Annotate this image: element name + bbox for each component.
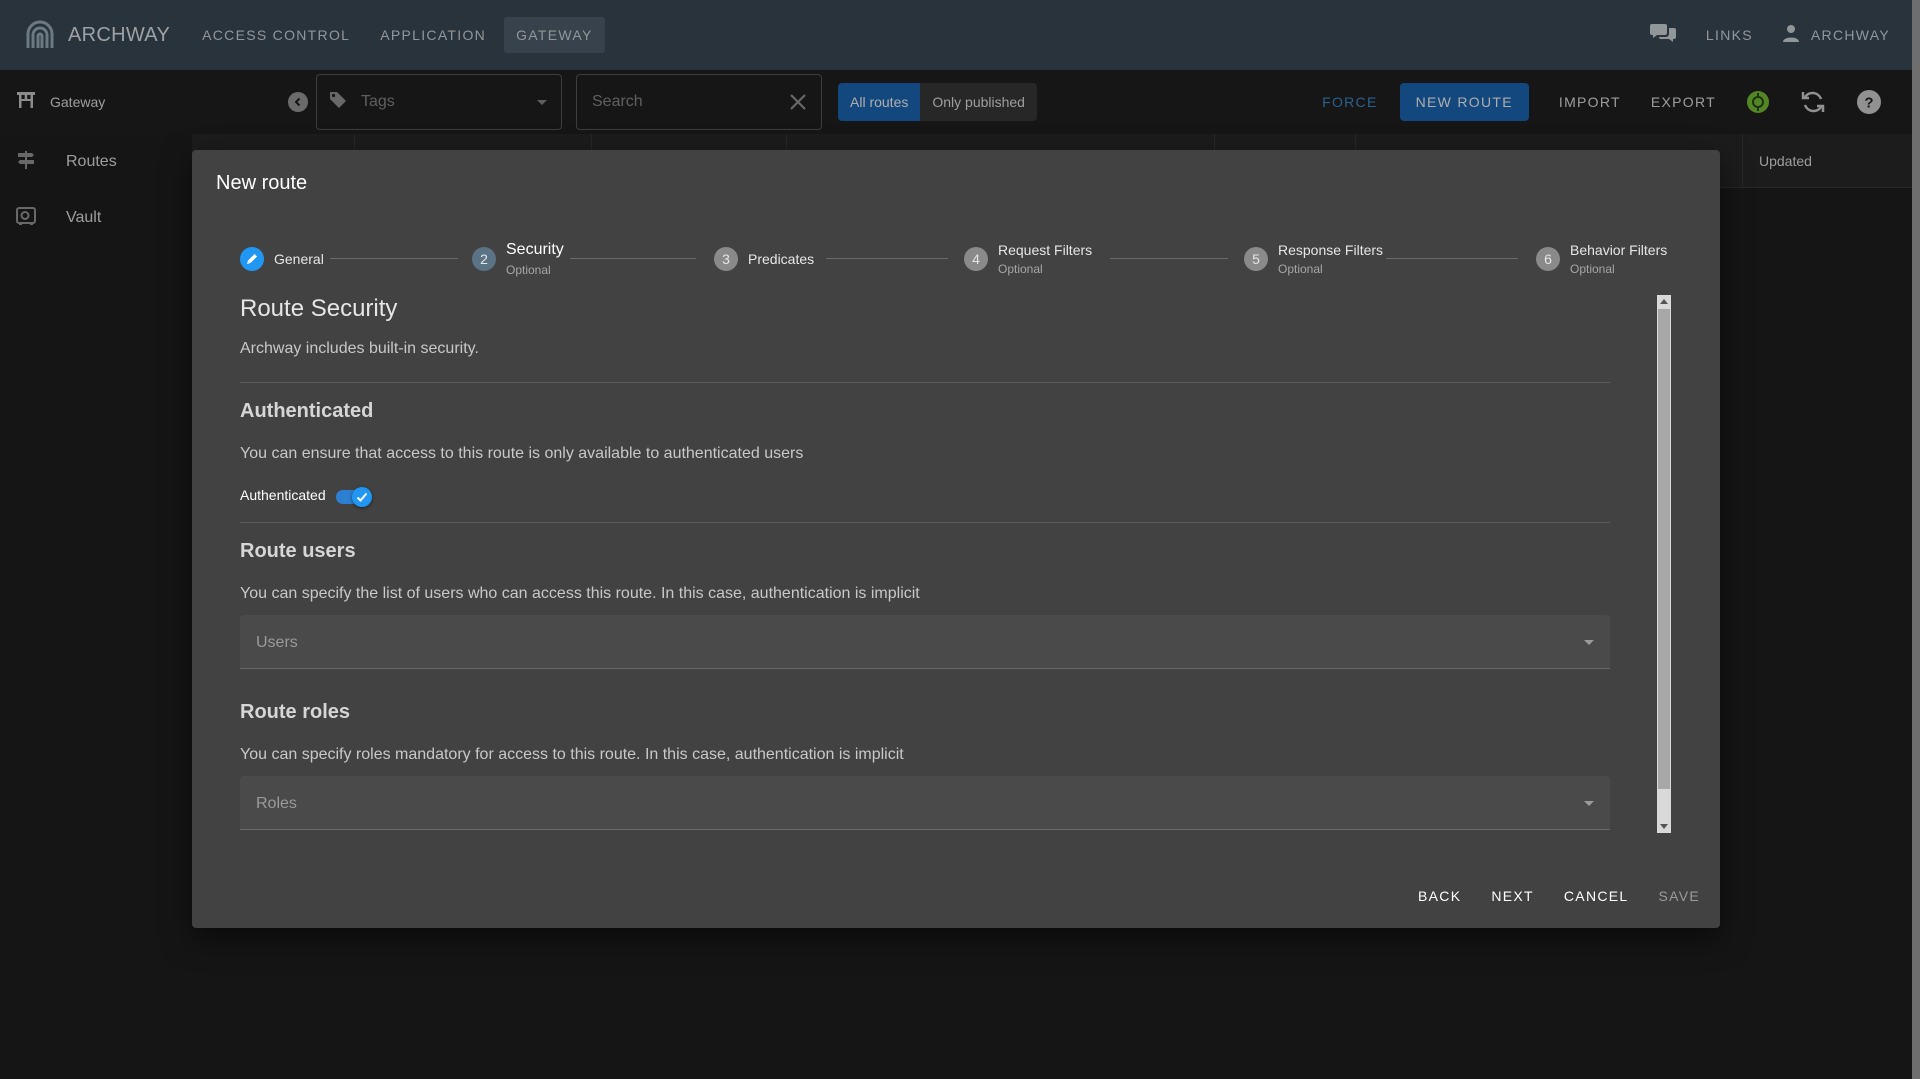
step-name: Security <box>506 241 564 258</box>
divider <box>240 382 1610 383</box>
step-optional: Optional <box>1570 262 1615 276</box>
route-roles-title: Route roles <box>240 701 351 723</box>
authenticated-title: Authenticated <box>240 400 374 422</box>
step-connector <box>1386 258 1518 259</box>
dialog-content[interactable]: Route Security Archway includes built-in… <box>240 295 1610 833</box>
next-button[interactable]: NEXT <box>1491 882 1534 910</box>
step-optional: Optional <box>506 263 551 277</box>
step-name: Predicates <box>748 251 815 267</box>
content-scrollbar[interactable] <box>1657 295 1671 833</box>
step-predicates[interactable]: 3 Predicates <box>714 234 814 284</box>
users-placeholder: Users <box>256 634 298 651</box>
step-response-filters[interactable]: 5 Response Filters Optional <box>1244 234 1383 284</box>
step-behavior-filters[interactable]: 6 Behavior Filters Optional <box>1536 234 1667 284</box>
dialog-actions: BACK NEXT CANCEL SAVE <box>1418 882 1700 910</box>
step-number: 5 <box>1244 247 1268 271</box>
authenticated-switch[interactable] <box>335 485 372 507</box>
step-number: 4 <box>964 247 988 271</box>
route-users-title: Route users <box>240 540 356 562</box>
window-edge <box>1912 0 1920 1079</box>
scroll-down-icon[interactable] <box>1660 824 1668 829</box>
back-button[interactable]: BACK <box>1418 882 1461 910</box>
stepper: General 2 Security Optional 3 Predicates… <box>240 234 1672 284</box>
check-icon <box>351 487 372 507</box>
section-title: Route Security <box>240 295 398 322</box>
step-request-filters[interactable]: 4 Request Filters Optional <box>964 234 1092 284</box>
route-roles-description: You can specify roles mandatory for acce… <box>240 746 904 763</box>
section-description: Archway includes built-in security. <box>240 340 479 357</box>
save-button[interactable]: SAVE <box>1658 882 1700 910</box>
step-name: Behavior Filters <box>1570 242 1668 258</box>
new-route-dialog: New route General 2 Security Optional 3 … <box>192 150 1720 928</box>
step-optional: Optional <box>1278 262 1323 276</box>
step-number: 6 <box>1536 247 1560 271</box>
scrollbar-thumb[interactable] <box>1658 309 1670 789</box>
check-icon <box>240 247 264 271</box>
dialog-title: New route <box>216 172 308 194</box>
authenticated-toggle-row: Authenticated <box>240 485 372 507</box>
authenticated-toggle-label: Authenticated <box>240 487 326 503</box>
caret-down-icon <box>1584 801 1594 806</box>
step-name: General <box>274 251 324 267</box>
step-number: 2 <box>472 247 496 271</box>
cancel-button[interactable]: CANCEL <box>1564 882 1629 910</box>
step-connector <box>570 258 696 259</box>
divider <box>240 522 1610 523</box>
step-name: Response Filters <box>1278 242 1384 258</box>
step-optional: Optional <box>998 262 1043 276</box>
step-general[interactable]: General <box>240 234 324 284</box>
roles-select[interactable]: Roles <box>240 776 1610 830</box>
roles-placeholder: Roles <box>256 795 297 812</box>
step-connector <box>330 258 458 259</box>
caret-down-icon <box>1584 640 1594 645</box>
authenticated-description: You can ensure that access to this route… <box>240 445 804 462</box>
step-connector <box>1110 258 1228 259</box>
scroll-up-icon[interactable] <box>1660 299 1668 304</box>
route-users-description: You can specify the list of users who ca… <box>240 585 920 602</box>
step-security[interactable]: 2 Security Optional <box>472 234 564 284</box>
step-number: 3 <box>714 247 738 271</box>
users-select[interactable]: Users <box>240 615 1610 669</box>
step-name: Request Filters <box>998 242 1093 258</box>
step-connector <box>826 258 948 259</box>
